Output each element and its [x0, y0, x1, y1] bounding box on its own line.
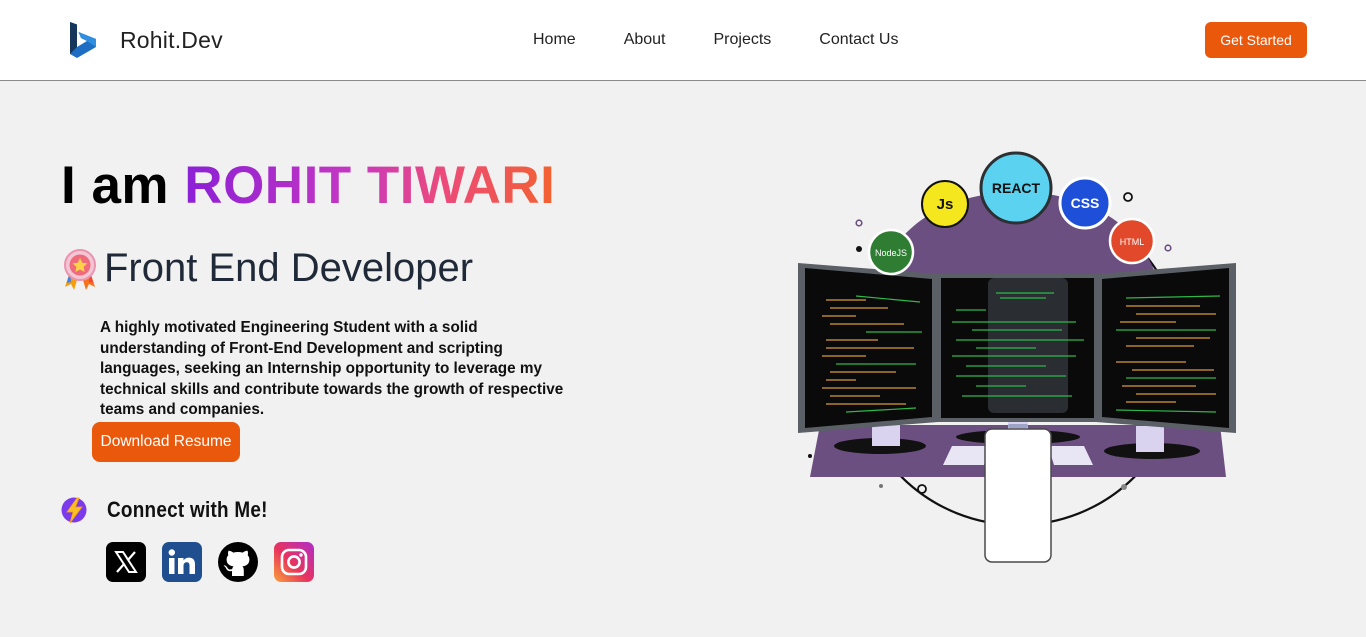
- badge-html: HTML: [1108, 217, 1156, 265]
- bio-paragraph: A highly motivated Engineering Student w…: [100, 319, 564, 418]
- badge-html-label: HTML: [1120, 237, 1145, 247]
- developer-workspace-illustration: REACT Js CSS NodeJS HTML: [798, 151, 1236, 563]
- badge-nodejs-label: NodeJS: [875, 248, 907, 258]
- badge-js: Js: [921, 180, 969, 228]
- linkedin-icon[interactable]: [162, 542, 202, 582]
- instagram-icon[interactable]: [274, 542, 314, 582]
- role-heading: Front End Developer: [62, 246, 473, 291]
- nav-link-contact[interactable]: Contact Us: [819, 31, 898, 49]
- decor-dot: [856, 246, 862, 252]
- social-links: [106, 542, 314, 582]
- badge-react: REACT: [979, 151, 1053, 225]
- connect-title: Connect with Me!: [107, 497, 268, 522]
- nav-link-projects[interactable]: Projects: [714, 31, 772, 49]
- connect-heading: Connect with Me!: [61, 496, 294, 524]
- badge-nodejs: NodeJS: [867, 228, 915, 276]
- brand-name: Rohit.Dev: [120, 26, 223, 53]
- badge-react-label: REACT: [992, 180, 1041, 196]
- nav-links: Home About Projects Contact Us: [533, 31, 946, 49]
- get-started-button[interactable]: Get Started: [1205, 22, 1307, 58]
- decor-dot: [1121, 484, 1127, 490]
- nav-link-about[interactable]: About: [624, 31, 666, 49]
- nav-link-home[interactable]: Home: [533, 31, 576, 49]
- hero-title: I am ROHIT TIWARI: [61, 155, 555, 216]
- decor-dot: [879, 484, 883, 488]
- badge-css: CSS: [1058, 176, 1112, 230]
- role-text: Front End Developer: [104, 246, 474, 290]
- hero-name: ROHIT TIWARI: [184, 156, 556, 215]
- decor-dot: [855, 219, 863, 227]
- badge-js-label: Js: [937, 196, 954, 213]
- download-resume-button[interactable]: Download Resume: [92, 422, 240, 462]
- navbar: Rohit.Dev Home About Projects Contact Us…: [0, 0, 1366, 81]
- phone: [984, 428, 1052, 563]
- decor-dot: [1164, 244, 1172, 252]
- decor-dot: [1123, 192, 1133, 202]
- brand-logo-icon: [70, 22, 96, 58]
- badge-css-label: CSS: [1071, 195, 1100, 211]
- decor-dot: [917, 484, 927, 494]
- award-medal-icon: [64, 248, 96, 290]
- brand[interactable]: Rohit.Dev: [66, 20, 223, 60]
- hero-greeting: I am: [61, 156, 170, 215]
- decor-dot: [808, 454, 812, 458]
- x-twitter-icon[interactable]: [106, 542, 146, 582]
- github-icon[interactable]: [218, 542, 258, 582]
- lightning-icon: [61, 497, 87, 524]
